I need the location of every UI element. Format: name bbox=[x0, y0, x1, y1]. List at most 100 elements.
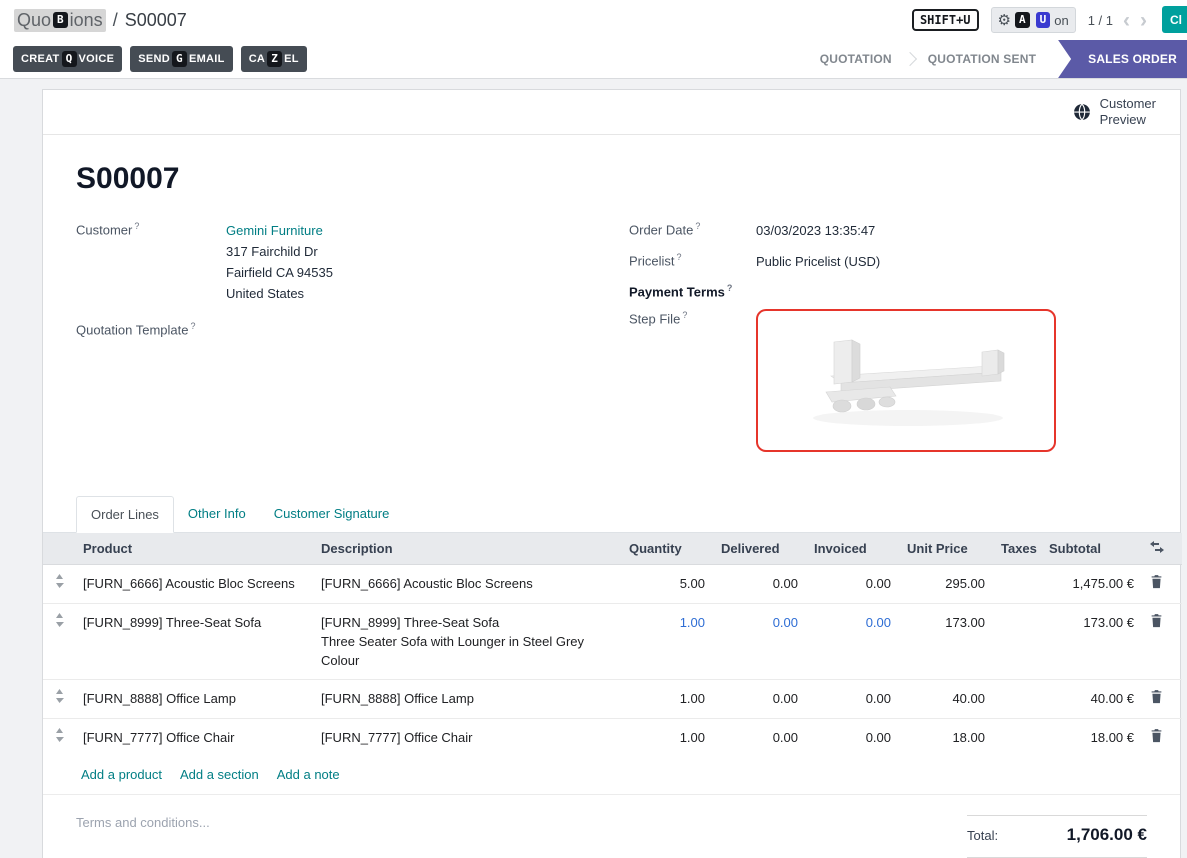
cell-unit-price[interactable]: 18.00 bbox=[899, 719, 993, 758]
cell-quantity[interactable]: 5.00 bbox=[621, 565, 713, 604]
order-date-value[interactable]: 03/03/2023 13:35:47 bbox=[756, 220, 875, 241]
cell-description[interactable]: [FURN_7777] Office Chair bbox=[313, 719, 621, 758]
shortcut-badge-b: B bbox=[53, 12, 68, 28]
cell-description[interactable]: [FURN_8999] Three-Seat Sofa Three Seater… bbox=[313, 604, 621, 680]
shortcut-badge-u: U bbox=[1036, 12, 1051, 28]
col-description[interactable]: Description bbox=[313, 533, 621, 565]
cell-delivered[interactable]: 0.00 bbox=[713, 565, 806, 604]
cell-unit-price[interactable]: 40.00 bbox=[899, 680, 993, 719]
send-email-label-post: EMAIL bbox=[189, 53, 225, 65]
shortcut-badge-q: Q bbox=[62, 51, 77, 67]
col-product[interactable]: Product bbox=[75, 533, 313, 565]
optional-columns-icon[interactable] bbox=[1150, 541, 1164, 556]
customer-link[interactable]: Gemini Furniture bbox=[226, 220, 333, 241]
stage-quotation-sent[interactable]: QUOTATION SENT bbox=[912, 40, 1052, 78]
terms-placeholder[interactable]: Terms and conditions... bbox=[76, 815, 210, 858]
drag-handle-icon[interactable] bbox=[55, 689, 64, 708]
cell-product[interactable]: [FURN_7777] Office Chair bbox=[75, 719, 313, 758]
cell-taxes[interactable] bbox=[993, 719, 1041, 758]
customer-label: Customer? bbox=[76, 220, 226, 237]
col-delivered[interactable]: Delivered bbox=[713, 533, 806, 565]
table-row: [FURN_6666] Acoustic Bloc Screens [FURN_… bbox=[43, 565, 1182, 604]
pager-prev-icon[interactable]: ‹ bbox=[1123, 10, 1130, 31]
payment-terms-label: Payment Terms? bbox=[629, 282, 756, 299]
cell-description[interactable]: [FURN_6666] Acoustic Bloc Screens bbox=[313, 565, 621, 604]
cell-quantity[interactable]: 1.00 bbox=[621, 680, 713, 719]
cell-taxes[interactable] bbox=[993, 680, 1041, 719]
create-invoice-label-post: VOICE bbox=[79, 53, 115, 65]
stage-quotation[interactable]: QUOTATION bbox=[804, 40, 908, 78]
table-row: [FURN_7777] Office Chair [FURN_7777] Off… bbox=[43, 719, 1182, 758]
cell-invoiced[interactable]: 0.00 bbox=[806, 680, 899, 719]
pager: 1 / 1 ‹ › bbox=[1088, 10, 1147, 31]
help-icon: ? bbox=[727, 283, 733, 293]
cell-description[interactable]: [FURN_8888] Office Lamp bbox=[313, 680, 621, 719]
drag-handle-icon[interactable] bbox=[55, 613, 64, 632]
col-unit-price[interactable]: Unit Price bbox=[899, 533, 993, 565]
table-header-row: Product Description Quantity Delivered I… bbox=[43, 533, 1182, 565]
cell-delivered[interactable]: 0.00 bbox=[713, 604, 806, 680]
stage-sales-order[interactable]: SALES ORDER bbox=[1058, 40, 1187, 78]
page-title[interactable]: S00007 bbox=[76, 162, 1147, 196]
breadcrumb-quotations[interactable]: QuoBions bbox=[14, 9, 106, 32]
cell-taxes[interactable] bbox=[993, 565, 1041, 604]
pager-value: 1 / 1 bbox=[1088, 13, 1113, 28]
step-file-image[interactable] bbox=[756, 309, 1056, 452]
send-email-button[interactable]: SEND G EMAIL bbox=[130, 46, 232, 72]
cell-unit-price[interactable]: 295.00 bbox=[899, 565, 993, 604]
col-quantity[interactable]: Quantity bbox=[621, 533, 713, 565]
pricelist-value[interactable]: Public Pricelist (USD) bbox=[756, 251, 880, 272]
table-row: [FURN_8888] Office Lamp [FURN_8888] Offi… bbox=[43, 680, 1182, 719]
cell-invoiced[interactable]: 0.00 bbox=[806, 719, 899, 758]
col-subtotal[interactable]: Subtotal bbox=[1041, 533, 1142, 565]
breadcrumb-separator: / bbox=[113, 10, 118, 31]
delete-row-icon[interactable] bbox=[1150, 689, 1163, 709]
cancel-button[interactable]: CA Z EL bbox=[241, 46, 307, 72]
add-section-link[interactable]: Add a section bbox=[180, 767, 259, 782]
action-menu-button[interactable]: ⚙ A U on bbox=[991, 7, 1076, 33]
drag-handle-icon[interactable] bbox=[55, 574, 64, 593]
field-pricelist: Pricelist? Public Pricelist (USD) bbox=[629, 251, 1147, 272]
pager-next-icon[interactable]: › bbox=[1140, 10, 1147, 31]
action-bar: CREAT Q VOICE SEND G EMAIL CA Z EL QUOTA… bbox=[0, 40, 1187, 79]
cell-invoiced[interactable]: 0.00 bbox=[806, 604, 899, 680]
add-product-link[interactable]: Add a product bbox=[81, 767, 162, 782]
pricelist-label: Pricelist? bbox=[629, 251, 756, 268]
corner-button[interactable]: Cl bbox=[1162, 6, 1187, 33]
order-lines-table: Product Description Quantity Delivered I… bbox=[43, 533, 1182, 757]
table-footer-links: Add a product Add a section Add a note bbox=[43, 757, 1180, 795]
action-menu-label: on bbox=[1054, 13, 1068, 28]
notebook-tabs: Order Lines Other Info Customer Signatur… bbox=[43, 496, 1180, 533]
cell-quantity[interactable]: 1.00 bbox=[621, 719, 713, 758]
cell-delivered[interactable]: 0.00 bbox=[713, 680, 806, 719]
help-icon: ? bbox=[191, 321, 196, 331]
customer-preview-button[interactable]: Customer Preview bbox=[1073, 96, 1156, 128]
cell-quantity[interactable]: 1.00 bbox=[621, 604, 713, 680]
cell-unit-price[interactable]: 173.00 bbox=[899, 604, 993, 680]
cell-product[interactable]: [FURN_8888] Office Lamp bbox=[75, 680, 313, 719]
delete-row-icon[interactable] bbox=[1150, 574, 1163, 594]
customer-preview-label: Customer Preview bbox=[1100, 96, 1156, 128]
cell-taxes[interactable] bbox=[993, 604, 1041, 680]
cell-delivered[interactable]: 0.00 bbox=[713, 719, 806, 758]
cancel-label-pre: CA bbox=[249, 53, 266, 65]
cell-product[interactable]: [FURN_8999] Three-Seat Sofa bbox=[75, 604, 313, 680]
delete-row-icon[interactable] bbox=[1150, 613, 1163, 633]
shortcut-badge-a: A bbox=[1015, 12, 1030, 28]
cell-subtotal: 1,475.00 € bbox=[1041, 565, 1142, 604]
create-invoice-button[interactable]: CREAT Q VOICE bbox=[13, 46, 122, 72]
help-icon: ? bbox=[682, 310, 687, 320]
col-invoiced[interactable]: Invoiced bbox=[806, 533, 899, 565]
tab-other-info[interactable]: Other Info bbox=[174, 496, 260, 532]
top-bar: QuoBions / S00007 SHIFT+U ⚙ A U on 1 / 1… bbox=[0, 0, 1187, 40]
cell-invoiced[interactable]: 0.00 bbox=[806, 565, 899, 604]
delete-row-icon[interactable] bbox=[1150, 728, 1163, 748]
add-note-link[interactable]: Add a note bbox=[277, 767, 340, 782]
drag-handle-icon[interactable] bbox=[55, 728, 64, 747]
help-icon: ? bbox=[677, 252, 682, 262]
quotation-template-label: Quotation Template? bbox=[76, 320, 226, 337]
col-taxes[interactable]: Taxes bbox=[993, 533, 1041, 565]
cell-product[interactable]: [FURN_6666] Acoustic Bloc Screens bbox=[75, 565, 313, 604]
tab-order-lines[interactable]: Order Lines bbox=[76, 496, 174, 533]
tab-customer-signature[interactable]: Customer Signature bbox=[260, 496, 404, 532]
